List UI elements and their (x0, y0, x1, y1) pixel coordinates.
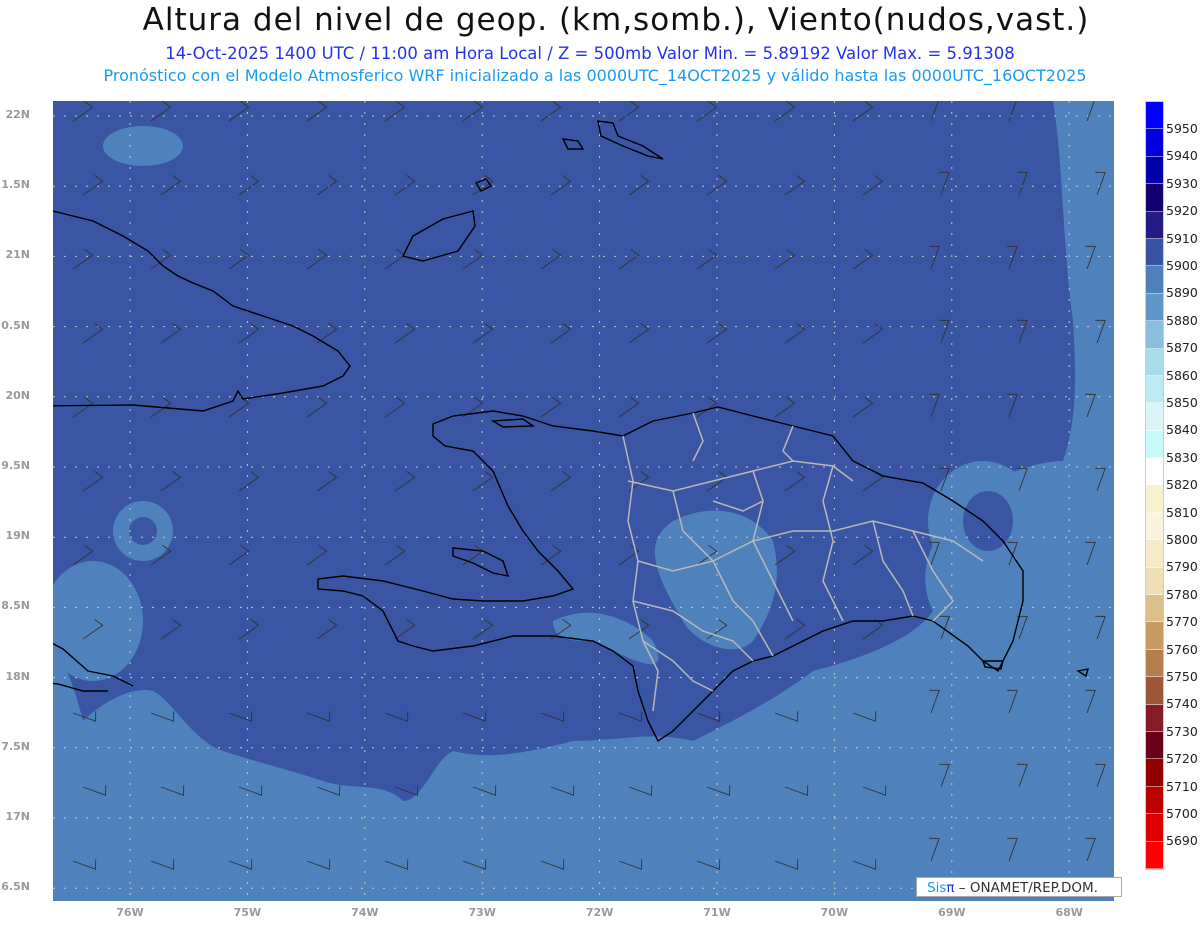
colorbar-swatch (1146, 595, 1163, 623)
lat-label: 22N (5, 108, 30, 121)
logo-pi: π (946, 880, 955, 896)
lon-label: 70W (820, 906, 849, 919)
colorbar-label: 5790 (1166, 559, 1198, 575)
lat-label: 19N (5, 529, 30, 543)
logo-org: – ONAMET/REP.DOM. (958, 880, 1098, 896)
colorbar-label: 5890 (1166, 285, 1198, 301)
lon-label: 73W (468, 906, 496, 919)
colorbar-swatch (1146, 156, 1163, 185)
colorbar-label: 5760 (1166, 641, 1198, 657)
map-plot (53, 101, 1114, 901)
map-subtitle: 14-Oct-2025 1400 UTC / 11:00 am Hora Loc… (165, 44, 1015, 63)
colorbar-swatch (1146, 814, 1163, 842)
field-patch-light (103, 126, 183, 166)
colorbar-label: 5810 (1166, 504, 1198, 520)
colorbar-swatch (1146, 649, 1163, 678)
colorbar-swatch (1146, 211, 1163, 239)
lat-label: 8.5N (1, 599, 30, 613)
map-title: Altura del nivel de geop. (km,somb.), Vi… (142, 2, 1090, 38)
colorbar-swatch (1146, 786, 1163, 815)
colorbar-label: 5710 (1166, 778, 1198, 794)
colorbar-label: 5820 (1166, 477, 1198, 493)
colorbar-swatch (1146, 430, 1163, 459)
colorbar-swatch (1146, 321, 1163, 349)
colorbar-label: 5840 (1166, 422, 1198, 438)
colorbar-label: 5740 (1166, 696, 1198, 712)
lon-label: 74W (351, 906, 379, 919)
colorbar-label: 5950 (1166, 121, 1198, 136)
colorbar-swatch (1146, 403, 1163, 431)
lat-label: 7.5N (1, 739, 30, 753)
colorbar-label: 5730 (1166, 723, 1198, 739)
colorbar-swatch (1146, 266, 1163, 294)
lon-label: 76W (116, 906, 144, 919)
lat-label: 9.5N (1, 459, 30, 472)
lon-label: 72W (585, 906, 614, 919)
colorbar-label: 5880 (1166, 312, 1198, 328)
colorbar-swatch (1146, 759, 1163, 787)
colorbar-swatch (1146, 293, 1163, 322)
colorbar-swatch (1146, 184, 1163, 212)
field-patch-dark (963, 491, 1013, 551)
colorbar-swatch (1146, 375, 1163, 404)
lat-label: 1.5N (1, 178, 30, 192)
lat-label: 21N (5, 248, 30, 262)
colorbar-label: 5870 (1166, 340, 1198, 356)
colorbar-label: 5910 (1166, 230, 1198, 246)
lon-label: 68W (1055, 906, 1083, 919)
colorbar-swatch (1146, 567, 1163, 596)
colorbar-label: 5800 (1166, 532, 1198, 547)
colorbar-label: 5940 (1166, 148, 1198, 164)
colorbar-label: 5830 (1166, 449, 1198, 465)
colorbar-swatch (1146, 348, 1163, 376)
lon-label: 75W (233, 906, 262, 919)
colorbar-label: 5920 (1166, 203, 1198, 219)
colorbar-swatch (1146, 677, 1163, 705)
lat-label: 17N (5, 810, 30, 823)
colorbar-swatch (1146, 731, 1163, 760)
colorbar-label: 5780 (1166, 586, 1198, 602)
colorbar-swatch (1146, 458, 1163, 486)
sispi-logo: Sisπ – ONAMET/REP.DOM. (916, 877, 1122, 897)
lat-label: 20N (5, 388, 30, 402)
colorbar-swatch (1146, 540, 1163, 568)
colorbar (1145, 101, 1164, 870)
colorbar-swatch (1146, 238, 1163, 267)
lat-label: 18N (5, 669, 30, 683)
lat-label: 0.5N (1, 318, 30, 332)
colorbar-label: 5860 (1166, 367, 1198, 383)
colorbar-label: 5700 (1166, 806, 1198, 821)
logo-sis: Sis (927, 880, 947, 896)
colorbar-label: 5750 (1166, 669, 1198, 684)
colorbar-swatch (1146, 485, 1163, 513)
colorbar-label: 5690 (1166, 833, 1198, 849)
colorbar-label: 5770 (1166, 614, 1198, 630)
colorbar-swatch (1146, 129, 1163, 157)
colorbar-label: 5930 (1166, 175, 1198, 191)
colorbar-swatch (1146, 512, 1163, 541)
field-patch-dark (129, 517, 157, 545)
lon-label: 71W (703, 906, 731, 919)
lon-label: 69W (938, 906, 966, 919)
colorbar-label: 5720 (1166, 751, 1198, 767)
model-info: Pronóstico con el Modelo Atmosferico WRF… (103, 66, 1087, 85)
colorbar-swatch (1146, 704, 1163, 732)
colorbar-swatch (1146, 622, 1163, 650)
colorbar-label: 5900 (1166, 258, 1198, 273)
colorbar-swatch (1146, 841, 1163, 869)
lat-label: 6.5N (1, 880, 30, 894)
colorbar-swatch (1146, 102, 1163, 130)
colorbar-label: 5850 (1166, 395, 1198, 410)
